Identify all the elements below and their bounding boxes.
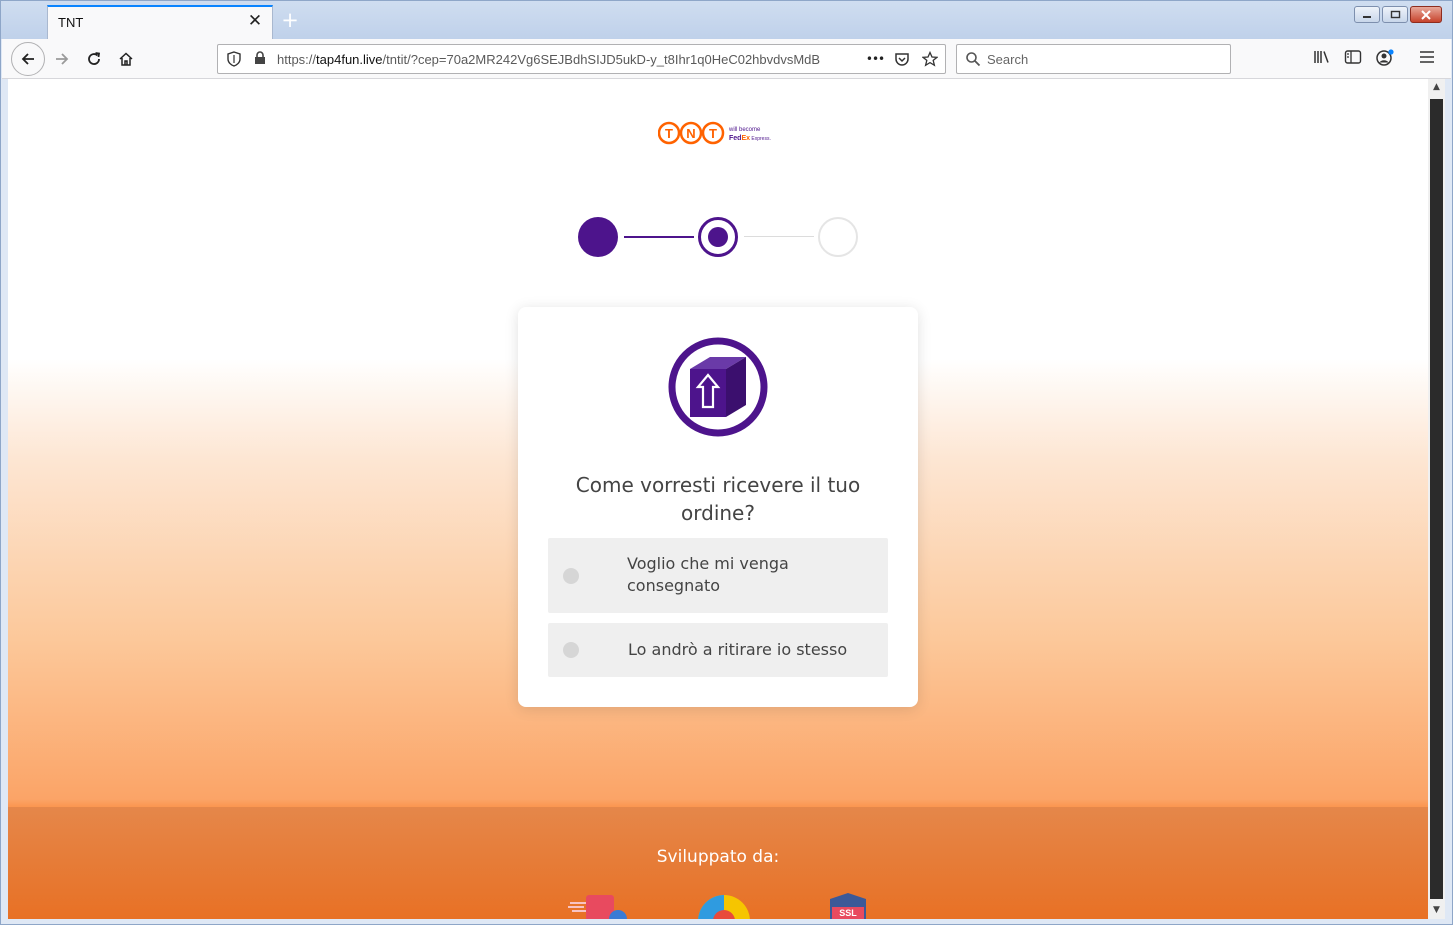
shield-icon[interactable] bbox=[226, 51, 242, 67]
new-tab-icon[interactable]: + bbox=[279, 9, 301, 31]
minimize-icon[interactable] bbox=[1354, 6, 1380, 23]
radio-button[interactable] bbox=[563, 642, 579, 658]
ssl-badge: SSL bbox=[826, 893, 870, 919]
scroll-down-icon[interactable]: ▼ bbox=[1428, 902, 1445, 919]
url-path: /tntit/?cep=70a2MR242Vg6SEJBdhSIJD5ukD-y… bbox=[382, 52, 821, 67]
bookmark-star-icon[interactable] bbox=[921, 50, 939, 67]
tab-title: TNT bbox=[58, 15, 84, 30]
back-icon[interactable] bbox=[11, 42, 45, 76]
option-delivery[interactable]: Voglio che mi venga consegnato bbox=[548, 538, 888, 613]
window-controls bbox=[1354, 6, 1442, 23]
search-icon bbox=[965, 51, 981, 67]
page-actions-icon[interactable]: ••• bbox=[864, 51, 886, 67]
page-viewport: T N T will become FedEx Express. Come vo… bbox=[8, 79, 1428, 919]
footer-title: Sviluppato da: bbox=[656, 847, 780, 867]
svg-text:N: N bbox=[686, 126, 695, 141]
scroll-thumb[interactable] bbox=[1430, 99, 1443, 899]
tab-strip: TNT ✕ + bbox=[1, 1, 1452, 39]
option-label: Lo andrò a ritirare io stesso bbox=[628, 640, 848, 659]
url-domain: tap4fun.live bbox=[316, 52, 383, 67]
vertical-scrollbar[interactable]: ▲ ▼ bbox=[1428, 79, 1445, 919]
url-prefix: https:// bbox=[277, 52, 317, 67]
svg-text:FedEx Express.: FedEx Express. bbox=[729, 135, 771, 142]
restore-icon[interactable] bbox=[1382, 6, 1408, 23]
option-pickup[interactable]: Lo andrò a ritirare io stesso bbox=[548, 623, 888, 677]
pocket-icon[interactable] bbox=[894, 51, 910, 67]
step-1-completed bbox=[578, 217, 618, 257]
close-tab-icon[interactable]: ✕ bbox=[246, 12, 264, 30]
step-2-current bbox=[698, 217, 738, 257]
home-icon[interactable] bbox=[110, 43, 142, 75]
close-window-icon[interactable] bbox=[1410, 6, 1442, 23]
browser-window: TNT ✕ + https://tap4fun.live/tntit/?cep=… bbox=[0, 0, 1453, 925]
svg-text:will become: will become bbox=[728, 127, 761, 133]
ssl-badge-text: SSL bbox=[839, 908, 857, 918]
svg-text:T: T bbox=[709, 126, 717, 141]
question-text: Come vorresti ricevere il tuo ordine? bbox=[575, 473, 861, 525]
step-connector-2 bbox=[744, 236, 814, 237]
reload-icon[interactable] bbox=[78, 43, 110, 75]
step-2-dot bbox=[708, 227, 728, 247]
partner-logo-1 bbox=[566, 893, 636, 919]
step-connector-1 bbox=[624, 236, 694, 238]
sidebar-icon[interactable] bbox=[1343, 49, 1363, 69]
tab-tnt[interactable]: TNT ✕ bbox=[47, 5, 273, 39]
lock-icon[interactable] bbox=[252, 51, 268, 67]
radio-button[interactable] bbox=[563, 568, 579, 584]
menu-icon[interactable] bbox=[1417, 49, 1437, 69]
address-bar[interactable]: https://tap4fun.live/tntit/?cep=70a2MR24… bbox=[217, 44, 946, 74]
account-icon[interactable] bbox=[1375, 49, 1395, 69]
tnt-logo: T N T will become FedEx Express. bbox=[657, 119, 783, 149]
question-card: Come vorresti ricevere il tuo ordine? Vo… bbox=[518, 307, 918, 707]
forward-icon[interactable] bbox=[46, 43, 78, 75]
url-text[interactable]: https://tap4fun.live/tntit/?cep=70a2MR24… bbox=[277, 52, 857, 67]
scroll-up-icon[interactable]: ▲ bbox=[1428, 79, 1445, 96]
library-icon[interactable] bbox=[1312, 49, 1332, 69]
search-bar[interactable]: Search bbox=[956, 44, 1231, 74]
step-3-pending bbox=[818, 217, 858, 257]
partner-logo-2 bbox=[698, 893, 754, 919]
search-input[interactable]: Search bbox=[987, 52, 1028, 67]
package-upload-icon bbox=[668, 337, 768, 437]
progress-stepper bbox=[578, 217, 868, 257]
navigation-toolbar: https://tap4fun.live/tntit/?cep=70a2MR24… bbox=[2, 39, 1451, 79]
option-label: Voglio che mi venga consegnato bbox=[627, 554, 789, 595]
svg-text:T: T bbox=[665, 126, 673, 141]
